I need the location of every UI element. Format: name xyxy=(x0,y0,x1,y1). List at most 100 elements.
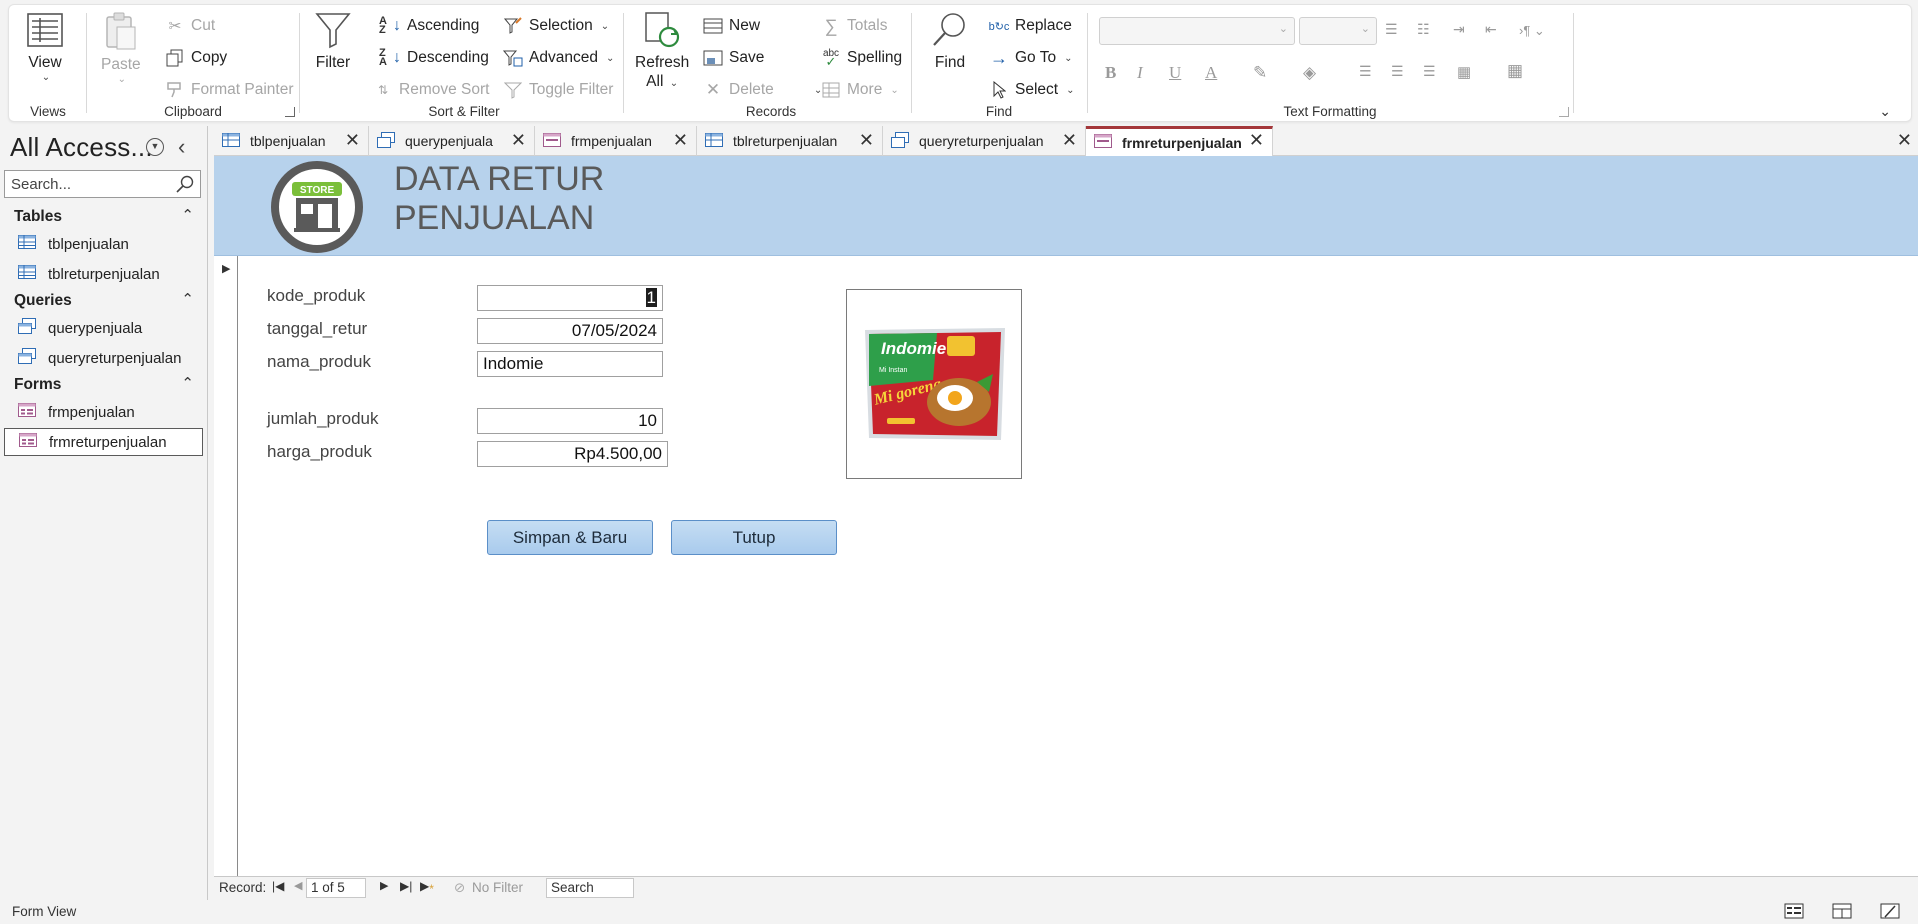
highlight-icon[interactable]: ✎ xyxy=(1253,63,1267,83)
close-icon[interactable]: ✕ xyxy=(345,130,360,151)
tab-tblreturpenjualan[interactable]: tblreturpenjualan ✕ xyxy=(697,126,883,156)
font-size-dropdown[interactable]: ⌄ xyxy=(1299,17,1377,45)
layout-view-icon[interactable] xyxy=(1832,903,1852,919)
product-image-frame[interactable]: Indomie Mi Instan Mi goreng xyxy=(846,289,1022,479)
form-view-icon[interactable] xyxy=(1784,903,1804,919)
records-group: Refresh All ⌄ New Save ✕ Delete ⌄ ∑ Total… xyxy=(623,5,919,123)
toggle-filter-button[interactable]: Toggle Filter xyxy=(503,77,613,103)
close-icon[interactable]: ✕ xyxy=(511,130,526,151)
advanced-button[interactable]: Advanced ⌄ xyxy=(503,45,614,71)
collapse-nav-pane-icon[interactable]: ‹ xyxy=(178,134,185,160)
nav-item-tblreturpenjualan[interactable]: tblreturpenjualan xyxy=(4,260,203,288)
tutup-button[interactable]: Tutup xyxy=(671,520,837,555)
bullets-icon[interactable]: ☰ xyxy=(1385,21,1398,38)
nav-item-frmreturpenjualan[interactable]: frmreturpenjualan xyxy=(4,428,203,456)
nav-menu-dropdown-icon[interactable]: ▼ xyxy=(146,138,164,156)
paste-button[interactable]: Paste ⌄ xyxy=(101,11,141,85)
italic-button[interactable]: I xyxy=(1137,63,1143,83)
tab-label: tblreturpenjualan xyxy=(733,133,838,149)
totals-button[interactable]: ∑ Totals xyxy=(821,13,888,39)
arrow-down-icon: ↓ xyxy=(393,17,401,34)
close-icon[interactable]: ✕ xyxy=(673,130,688,151)
close-icon[interactable]: ✕ xyxy=(1062,130,1077,151)
paragraph-direction-icon[interactable]: ›¶ ⌄ xyxy=(1519,23,1545,39)
nav-item-queryreturpenjualan[interactable]: queryreturpenjualan xyxy=(4,344,203,372)
dialog-launcher-icon[interactable] xyxy=(1559,107,1569,117)
align-center-icon[interactable]: ☰ xyxy=(1391,63,1404,80)
harga-produk-field[interactable]: Rp4.500,00 xyxy=(477,441,668,467)
arrow-right-icon: → xyxy=(990,47,1008,68)
decrease-indent-icon[interactable]: ⇤ xyxy=(1485,21,1497,38)
last-record-icon[interactable]: ▶| xyxy=(400,879,412,893)
sort-descending-button[interactable]: ZA ↓ Descending xyxy=(373,45,489,71)
cut-button[interactable]: ✂ Cut xyxy=(165,13,216,39)
save-record-button[interactable]: Save xyxy=(703,45,764,71)
goto-button[interactable]: → Go To ⌄ xyxy=(989,45,1072,71)
tab-tblpenjualan[interactable]: tblpenjualan ✕ xyxy=(214,126,369,156)
alternate-row-color-icon[interactable]: ▦ xyxy=(1457,63,1471,81)
new-blank-record-icon[interactable]: ▶ * xyxy=(420,879,434,896)
dialog-launcher-icon[interactable] xyxy=(285,107,295,117)
record-search-box[interactable]: Search xyxy=(546,878,634,898)
spelling-button[interactable]: abc ✓ Spelling xyxy=(821,45,902,71)
sort-ascending-button[interactable]: AZ ↓ Ascending xyxy=(373,13,479,39)
jumlah-produk-field[interactable]: 10 xyxy=(477,408,663,434)
remove-sort-button[interactable]: ⇅ Remove Sort xyxy=(373,77,489,103)
tab-frmreturpenjualan[interactable]: frmreturpenjualan ✕ xyxy=(1086,126,1273,156)
format-painter-button[interactable]: Format Painter xyxy=(165,77,294,103)
nav-section-tables[interactable]: Tables ⌃ xyxy=(14,207,194,226)
current-record-input[interactable]: 1 of 5 xyxy=(306,878,366,898)
view-button[interactable]: View ⌄ xyxy=(26,11,64,83)
align-left-icon[interactable]: ☰ xyxy=(1359,63,1372,80)
replace-button[interactable]: b↻c Replace xyxy=(989,13,1072,39)
selection-button[interactable]: Selection ⌄ xyxy=(503,13,609,39)
increase-indent-icon[interactable]: ⇥ xyxy=(1453,21,1465,38)
previous-record-icon[interactable]: ◀ xyxy=(294,879,302,892)
nama-produk-field[interactable]: Indomie xyxy=(477,351,663,377)
close-document-icon[interactable]: ✕ xyxy=(1897,130,1912,151)
refresh-all-button[interactable]: Refresh All ⌄ xyxy=(635,11,689,93)
nav-item-querypenjuala[interactable]: querypenjuala xyxy=(4,314,203,342)
fill-color-icon[interactable]: ◈ xyxy=(1303,63,1316,83)
tab-queryreturpenjualan[interactable]: queryreturpenjualan ✕ xyxy=(883,126,1086,156)
select-button[interactable]: Select ⌄ xyxy=(989,77,1074,103)
close-icon[interactable]: ✕ xyxy=(1249,130,1264,151)
nav-item-tblpenjualan[interactable]: tblpenjualan xyxy=(4,230,203,258)
search-icon[interactable] xyxy=(176,175,194,197)
tab-frmpenjualan[interactable]: frmpenjualan ✕ xyxy=(535,126,697,156)
current-record-icon: ▶ xyxy=(222,263,231,275)
nav-section-label: Queries xyxy=(14,292,72,309)
design-view-icon[interactable] xyxy=(1880,903,1900,919)
bold-button[interactable]: B xyxy=(1105,63,1116,83)
tanggal-retur-field[interactable]: 07/05/2024 xyxy=(477,318,663,344)
refresh-icon xyxy=(645,12,680,48)
kode-produk-field[interactable]: 1 xyxy=(477,285,663,311)
more-button[interactable]: More ⌄ xyxy=(821,77,899,103)
font-name-dropdown[interactable]: ⌄ xyxy=(1099,17,1295,45)
font-color-button[interactable]: A xyxy=(1205,63,1217,83)
align-right-icon[interactable]: ☰ xyxy=(1423,63,1436,80)
chevron-down-icon: ⌄ xyxy=(117,74,127,85)
new-record-button[interactable]: New xyxy=(703,13,760,39)
copy-button[interactable]: Copy xyxy=(165,45,227,71)
collapse-ribbon-icon[interactable]: ⌄ xyxy=(1879,103,1891,120)
tab-querypenjuala[interactable]: querypenjuala ✕ xyxy=(369,126,535,156)
delete-record-button[interactable]: ✕ Delete ⌄ xyxy=(703,77,822,103)
underline-button[interactable]: U xyxy=(1169,63,1181,83)
record-selector[interactable]: ▶ xyxy=(214,256,238,876)
nav-section-queries[interactable]: Queries ⌃ xyxy=(14,291,194,310)
next-record-icon[interactable]: ▶ xyxy=(380,879,388,892)
close-icon[interactable]: ✕ xyxy=(859,130,874,151)
nav-item-frmpenjualan[interactable]: frmpenjualan xyxy=(4,398,203,426)
nav-search-input[interactable] xyxy=(5,171,165,197)
advanced-filter-icon xyxy=(503,48,523,68)
filter-button[interactable]: Filter xyxy=(315,11,351,72)
gridlines-icon[interactable]: ▦ xyxy=(1507,61,1523,81)
filter-status[interactable]: No Filter xyxy=(472,880,523,895)
numbering-icon[interactable]: ☷ xyxy=(1417,21,1430,38)
nav-pane-title[interactable]: All Access... xyxy=(10,132,153,163)
nav-section-forms[interactable]: Forms ⌃ xyxy=(14,375,194,394)
first-record-icon[interactable]: |◀ xyxy=(272,879,284,893)
simpan-baru-button[interactable]: Simpan & Baru xyxy=(487,520,653,555)
find-button[interactable]: Find xyxy=(931,11,969,72)
